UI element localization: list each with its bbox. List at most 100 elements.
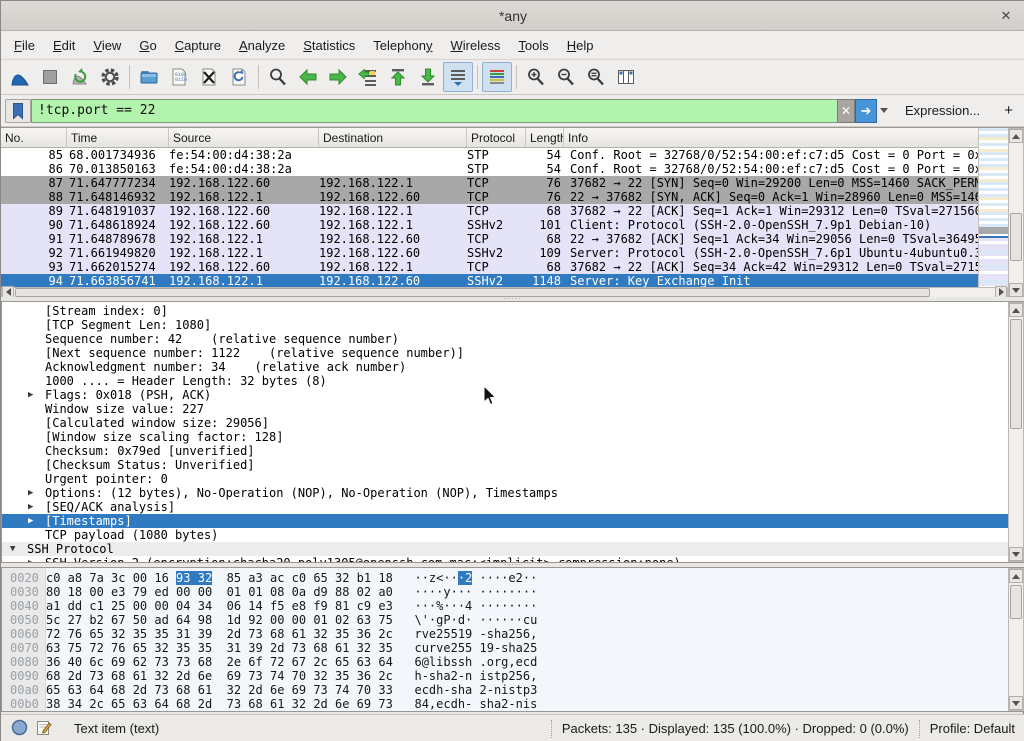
auto-scroll-toggle[interactable]: [443, 62, 473, 92]
detail-line[interactable]: [Checksum Status: Unverified]: [2, 458, 1009, 472]
scrollbar-thumb[interactable]: [1010, 585, 1022, 619]
go-back-button[interactable]: [293, 62, 323, 92]
menu-analyze[interactable]: Analyze: [230, 33, 294, 58]
hex-row[interactable]: 00a065 63 64 68 2d 73 68 61 32 2d 6e 69 …: [2, 683, 1009, 697]
scroll-up-button[interactable]: [1009, 303, 1023, 317]
menu-statistics[interactable]: Statistics: [294, 33, 364, 58]
go-forward-button[interactable]: [323, 62, 353, 92]
expander-closed-icon[interactable]: ▶: [28, 486, 33, 500]
save-file-button[interactable]: 01010110: [164, 62, 194, 92]
find-packet-button[interactable]: [263, 62, 293, 92]
scroll-down-button[interactable]: [1009, 283, 1023, 297]
expander-closed-icon[interactable]: ▶: [28, 514, 33, 528]
packet-row[interactable]: 8670.013850163fe:54:00:d4:38:2aSTP54Conf…: [1, 162, 978, 176]
hex-row[interactable]: 009068 2d 73 68 61 32 2d 6e 69 73 74 70 …: [2, 669, 1009, 683]
scroll-up-button[interactable]: [1009, 569, 1023, 583]
capture-comment-button[interactable]: [36, 719, 52, 739]
packet-row[interactable]: 9471.663856741192.168.122.1192.168.122.6…: [1, 274, 978, 288]
expander-closed-icon[interactable]: ▶: [28, 500, 33, 514]
detail-line[interactable]: ▼SSH Protocol: [2, 542, 1009, 556]
filter-apply-button[interactable]: ➜: [855, 99, 877, 123]
column-header-length[interactable]: Length: [526, 128, 564, 147]
column-header-info[interactable]: Info: [564, 128, 978, 147]
detail-line[interactable]: TCP payload (1080 bytes): [2, 528, 1009, 542]
packet-row[interactable]: 9171.648789678192.168.122.1192.168.122.6…: [1, 232, 978, 246]
detail-line[interactable]: Window size value: 227: [2, 402, 1009, 416]
colorize-toggle[interactable]: [482, 62, 512, 92]
profile-button[interactable]: Profile: Default: [930, 721, 1015, 736]
hex-row[interactable]: 008036 40 6c 69 62 73 73 68 2e 6f 72 67 …: [2, 655, 1009, 669]
menu-edit[interactable]: Edit: [44, 33, 84, 58]
detail-line[interactable]: [Window size scaling factor: 128]: [2, 430, 1009, 444]
scrollbar-thumb[interactable]: [1010, 213, 1022, 261]
menu-go[interactable]: Go: [130, 33, 165, 58]
expander-closed-icon[interactable]: ▶: [28, 556, 33, 563]
hex-row[interactable]: 003080 18 00 e3 79 ed 00 00 01 01 08 0a …: [2, 585, 1009, 599]
menu-telephony[interactable]: Telephony: [364, 33, 441, 58]
details-vscrollbar[interactable]: [1008, 302, 1024, 562]
packet-row[interactable]: 9271.661949820192.168.122.1192.168.122.6…: [1, 246, 978, 260]
add-filter-button[interactable]: +: [1004, 102, 1013, 119]
packet-row[interactable]: 8971.648191037192.168.122.60192.168.122.…: [1, 204, 978, 218]
hex-row[interactable]: 007063 75 72 76 65 32 35 35 31 39 2d 73 …: [2, 641, 1009, 655]
packet-row[interactable]: 8568.001734936fe:54:00:d4:38:2aSTP54Conf…: [1, 148, 978, 162]
packet-row[interactable]: 8771.647777234192.168.122.60192.168.122.…: [1, 176, 978, 190]
zoom-in-button[interactable]: [521, 62, 551, 92]
capture-options-button[interactable]: [95, 62, 125, 92]
filter-clear-button[interactable]: ✕: [837, 99, 855, 123]
detail-line[interactable]: Acknowledgment number: 34 (relative ack …: [2, 360, 1009, 374]
go-to-packet-button[interactable]: [353, 62, 383, 92]
reload-file-button[interactable]: [224, 62, 254, 92]
resize-columns-button[interactable]: [611, 62, 641, 92]
menu-file[interactable]: File: [5, 33, 44, 58]
menu-tools[interactable]: Tools: [509, 33, 557, 58]
detail-line[interactable]: [Stream index: 0]: [2, 304, 1009, 318]
stop-capture-button[interactable]: [35, 62, 65, 92]
hex-row[interactable]: 00b038 34 2c 65 63 64 68 2d 73 68 61 32 …: [2, 697, 1009, 711]
packet-row[interactable]: 8871.648146932192.168.122.1192.168.122.6…: [1, 190, 978, 204]
close-file-button[interactable]: [194, 62, 224, 92]
detail-line[interactable]: ▶[SEQ/ACK analysis]: [2, 500, 1009, 514]
column-header-protocol[interactable]: Protocol: [467, 128, 526, 147]
hex-row[interactable]: 0040a1 dd c1 25 00 00 04 34 06 14 f5 e8 …: [2, 599, 1009, 613]
detail-line[interactable]: [Calculated window size: 29056]: [2, 416, 1009, 430]
detail-line[interactable]: 1000 .... = Header Length: 32 bytes (8): [2, 374, 1009, 388]
scroll-down-button[interactable]: [1009, 547, 1023, 561]
hex-row[interactable]: 006072 76 65 32 35 35 31 39 2d 73 68 61 …: [2, 627, 1009, 641]
detail-line[interactable]: [Next sequence number: 1122 (relative se…: [2, 346, 1009, 360]
menu-view[interactable]: View: [84, 33, 130, 58]
restart-capture-button[interactable]: [65, 62, 95, 92]
column-header-no[interactable]: No.: [1, 128, 67, 147]
packet-minimap[interactable]: [978, 128, 1008, 288]
scroll-down-button[interactable]: [1009, 696, 1023, 710]
scrollbar-thumb[interactable]: [1010, 319, 1022, 429]
scrollbar-thumb[interactable]: [15, 288, 930, 297]
expander-open-icon[interactable]: ▼: [10, 542, 15, 556]
display-filter-input[interactable]: !tcp.port == 22: [31, 99, 837, 123]
zoom-100-button[interactable]: [581, 62, 611, 92]
detail-line[interactable]: ▶Flags: 0x018 (PSH, ACK): [2, 388, 1009, 402]
hex-row[interactable]: 00505c 27 b2 67 50 ad 64 98 1d 92 00 00 …: [2, 613, 1009, 627]
packet-row[interactable]: 9071.648618924192.168.122.60192.168.122.…: [1, 218, 978, 232]
go-last-button[interactable]: [413, 62, 443, 92]
open-file-button[interactable]: [134, 62, 164, 92]
menu-wireless[interactable]: Wireless: [442, 33, 510, 58]
packet-row[interactable]: 9371.662015274192.168.122.60192.168.122.…: [1, 260, 978, 274]
bytes-vscrollbar[interactable]: [1008, 568, 1024, 711]
close-icon[interactable]: ✕: [997, 7, 1015, 25]
zoom-out-button[interactable]: [551, 62, 581, 92]
detail-line[interactable]: Sequence number: 42 (relative sequence n…: [2, 332, 1009, 346]
column-header-destination[interactable]: Destination: [319, 128, 467, 147]
expander-closed-icon[interactable]: ▶: [28, 388, 33, 402]
menu-help[interactable]: Help: [558, 33, 603, 58]
filter-bookmark-button[interactable]: [5, 99, 31, 123]
start-capture-button[interactable]: [5, 62, 35, 92]
expert-info-button[interactable]: [11, 719, 28, 739]
packet-list-vscrollbar[interactable]: [1008, 128, 1024, 298]
go-first-button[interactable]: [383, 62, 413, 92]
hex-row[interactable]: 0020c0 a8 7a 3c 00 16 93 32 85 a3 ac c0 …: [2, 571, 1009, 585]
detail-line[interactable]: Urgent pointer: 0: [2, 472, 1009, 486]
detail-line[interactable]: ▶[Timestamps]: [2, 514, 1009, 528]
column-header-source[interactable]: Source: [169, 128, 319, 147]
expression-button[interactable]: Expression...: [905, 103, 980, 118]
